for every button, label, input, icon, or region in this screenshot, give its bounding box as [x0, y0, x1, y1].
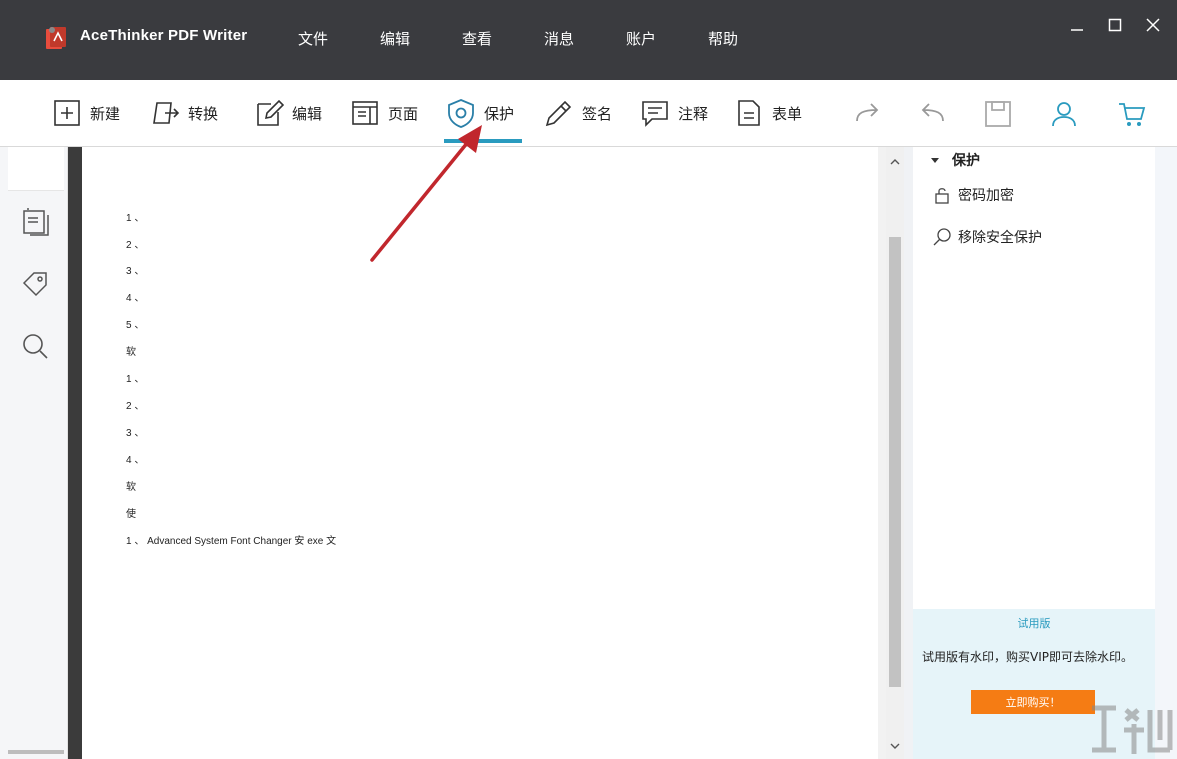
protect-button[interactable]: 保护 [446, 96, 514, 130]
document-gutter [878, 147, 886, 759]
new-label: 新建 [90, 104, 121, 123]
left-sidebar [0, 147, 68, 759]
panel-section-title: 保护 [952, 153, 980, 169]
toolbar: 新建 转换 编辑 页面 保护 签名 注释 表单 [0, 80, 1177, 147]
scroll-up-icon[interactable] [890, 157, 900, 167]
menu-edit[interactable]: 编辑 [354, 28, 436, 49]
sidebar-scrollbar[interactable] [8, 750, 64, 754]
remove-security-item[interactable]: 移除安全保护 [932, 227, 1042, 247]
convert-label: 转换 [188, 104, 219, 123]
remove-security-label: 移除安全保护 [958, 230, 1042, 246]
menu-view[interactable]: 查看 [436, 28, 518, 49]
protect-label: 保护 [484, 104, 515, 123]
doc-text-line: 软 [126, 347, 136, 358]
page-shadow [68, 147, 82, 759]
convert-button[interactable]: 转换 [150, 96, 218, 130]
pencil-edit-icon [257, 99, 284, 126]
pdf-page[interactable] [82, 147, 878, 759]
minimize-icon [1071, 29, 1083, 31]
menu-file[interactable]: 文件 [272, 28, 354, 49]
panel-divider [904, 147, 913, 759]
doc-text-line: 3 、 [126, 428, 145, 439]
save-button[interactable] [982, 98, 1014, 130]
doc-text-line: 3 、 [126, 266, 145, 277]
scrollbar-thumb[interactable] [889, 237, 901, 687]
convert-icon [153, 102, 180, 124]
doc-text-line: 5 、 [126, 320, 145, 331]
plus-box-icon [54, 100, 80, 126]
undo-icon [921, 103, 944, 122]
shield-icon [448, 99, 474, 128]
doc-text-line: 2 、 [126, 401, 145, 412]
bookmark-tag-icon[interactable] [20, 269, 50, 299]
page-label: 页面 [388, 104, 419, 123]
user-icon [1052, 102, 1076, 127]
doc-text-line: 4 、 [126, 455, 145, 466]
annotate-label: 注释 [678, 104, 709, 123]
site-watermark-logo [1092, 705, 1173, 754]
doc-text-line: 使 [126, 509, 136, 520]
form-button[interactable]: 表单 [734, 96, 802, 130]
thumbnails-icon[interactable] [20, 207, 50, 237]
close-button[interactable] [1138, 10, 1168, 40]
new-button[interactable]: 新建 [52, 96, 120, 130]
app-title: AceThinker PDF Writer [80, 27, 248, 44]
annotate-button[interactable]: 注释 [640, 96, 708, 130]
sign-label: 签名 [582, 104, 613, 123]
key-search-icon [933, 228, 951, 246]
panel-edge [1155, 147, 1177, 759]
menu-account[interactable]: 账户 [600, 28, 682, 49]
close-icon [1146, 18, 1160, 32]
pen-sign-icon [545, 100, 572, 127]
page-button[interactable]: 页面 [350, 96, 418, 130]
edit-label: 编辑 [292, 104, 323, 123]
redo-button[interactable] [852, 98, 884, 130]
save-icon [985, 101, 1011, 127]
doc-text-line: 1 、 [126, 213, 145, 224]
doc-text-line: 4 、 [126, 293, 145, 304]
scroll-down-icon[interactable] [890, 741, 900, 751]
trial-title: 试用版 [1017, 617, 1051, 630]
app-logo-icon [46, 27, 66, 49]
form-label: 表单 [772, 104, 803, 123]
minimize-button[interactable] [1062, 10, 1092, 40]
active-tab-indicator [444, 139, 522, 143]
doc-text-line: 1 、 [126, 374, 145, 385]
maximize-icon [1108, 18, 1122, 32]
sign-button[interactable]: 签名 [544, 96, 612, 130]
maximize-button[interactable] [1100, 10, 1130, 40]
title-bar: AceThinker PDF Writer 文件 编辑 查看 消息 账户 帮助 [0, 0, 1177, 80]
menu-messages[interactable]: 消息 [518, 28, 600, 49]
menu-help[interactable]: 帮助 [682, 28, 764, 49]
buy-now-button[interactable]: 立即购买！ [971, 690, 1095, 714]
vertical-scrollbar[interactable] [886, 147, 904, 759]
lock-icon [935, 188, 949, 204]
password-encrypt-label: 密码加密 [958, 188, 1014, 204]
doc-text-line: 软 [126, 482, 136, 493]
form-icon [738, 100, 760, 126]
cart-icon [1119, 103, 1146, 126]
doc-text-line: 2 、 [126, 240, 145, 251]
undo-button[interactable] [916, 98, 948, 130]
panel-section-header[interactable]: 保护 [930, 150, 980, 170]
page-icon [352, 101, 378, 125]
cart-button[interactable] [1116, 98, 1148, 130]
redo-icon [856, 103, 879, 122]
caret-down-icon [931, 158, 939, 163]
comment-icon [642, 101, 668, 127]
trial-text: 试用版有水印，购买VIP即可去除水印。 [922, 650, 1133, 664]
password-encrypt-item[interactable]: 密码加密 [932, 185, 1014, 205]
sidebar-header [8, 147, 64, 191]
doc-text-line: 1 、 Advanced System Font Changer 安 exe 文 [126, 536, 337, 547]
search-icon[interactable] [20, 331, 50, 361]
edit-button[interactable]: 编辑 [254, 96, 322, 130]
account-button[interactable] [1048, 98, 1080, 130]
menu-bar: 文件 编辑 查看 消息 账户 帮助 [272, 28, 764, 49]
